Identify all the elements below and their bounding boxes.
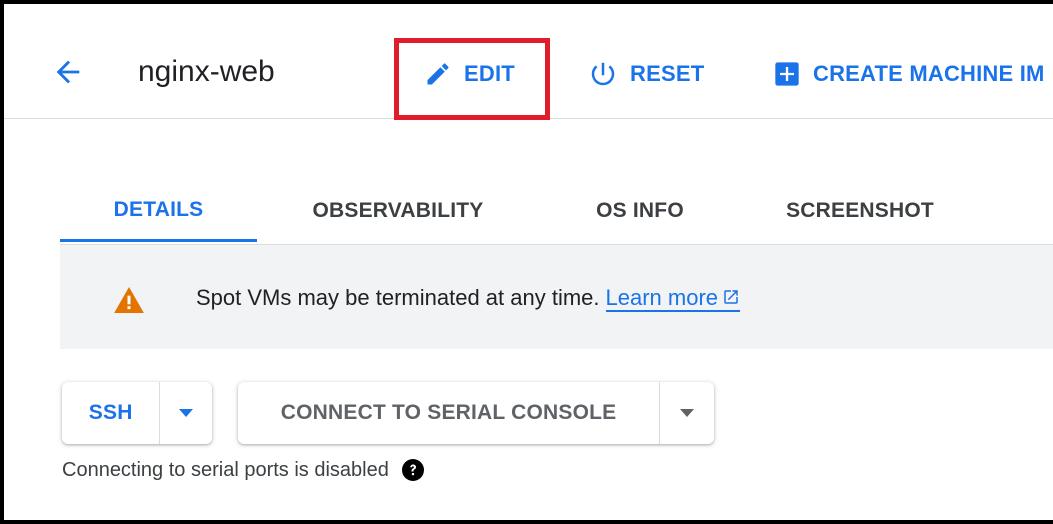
ssh-dropdown-button[interactable] — [159, 382, 212, 444]
serial-port-status: Connecting to serial ports is disabled — [62, 456, 425, 484]
help-icon[interactable] — [401, 458, 425, 482]
ssh-button[interactable]: SSH — [62, 382, 159, 444]
serial-console-split-button: CONNECT TO SERIAL CONSOLE — [238, 382, 714, 444]
connect-serial-console-button[interactable]: CONNECT TO SERIAL CONSOLE — [238, 382, 659, 444]
back-button[interactable] — [48, 52, 88, 92]
learn-more-link[interactable]: Learn more — [605, 285, 741, 312]
serial-console-dropdown-button[interactable] — [659, 382, 714, 444]
highlight-box — [394, 38, 550, 120]
create-machine-image-button[interactable]: CREATE MACHINE IM — [773, 52, 1045, 96]
arrow-back-icon — [56, 60, 80, 84]
tab-os-info[interactable]: OS INFO — [560, 180, 720, 242]
learn-more-label: Learn more — [605, 285, 719, 310]
open-in-new-icon — [724, 290, 738, 304]
tab-observability[interactable]: OBSERVABILITY — [268, 180, 528, 242]
banner-text: Spot VMs may be terminated at any time. — [196, 285, 600, 310]
reset-button[interactable]: RESET — [588, 52, 704, 96]
power-icon — [588, 59, 618, 89]
add-box-icon — [773, 60, 801, 88]
page-title: nginx-web — [138, 55, 275, 88]
tab-screenshot[interactable]: SCREENSHOT — [760, 180, 960, 242]
spot-vm-warning-banner: Spot VMs may be terminated at any time. L… — [60, 245, 1053, 349]
warning-icon — [114, 287, 144, 318]
caret-down-icon — [179, 409, 194, 417]
instance-details-panel: nginx-web EDIT RESET CREATE MACHINE IM D… — [0, 0, 1053, 524]
reset-button-label: RESET — [630, 61, 705, 86]
tab-bar: DETAILS OBSERVABILITY OS INFO SCREENSHOT — [60, 180, 1053, 245]
tab-details[interactable]: DETAILS — [60, 180, 257, 242]
caret-down-icon — [680, 409, 695, 417]
banner-message: Spot VMs may be terminated at any time. L… — [196, 283, 741, 313]
create-machine-image-label: CREATE MACHINE IM — [813, 61, 1045, 86]
page-header: nginx-web EDIT RESET CREATE MACHINE IM — [4, 4, 1053, 120]
serial-port-status-text: Connecting to serial ports is disabled — [62, 459, 389, 481]
ssh-split-button: SSH — [62, 382, 212, 444]
